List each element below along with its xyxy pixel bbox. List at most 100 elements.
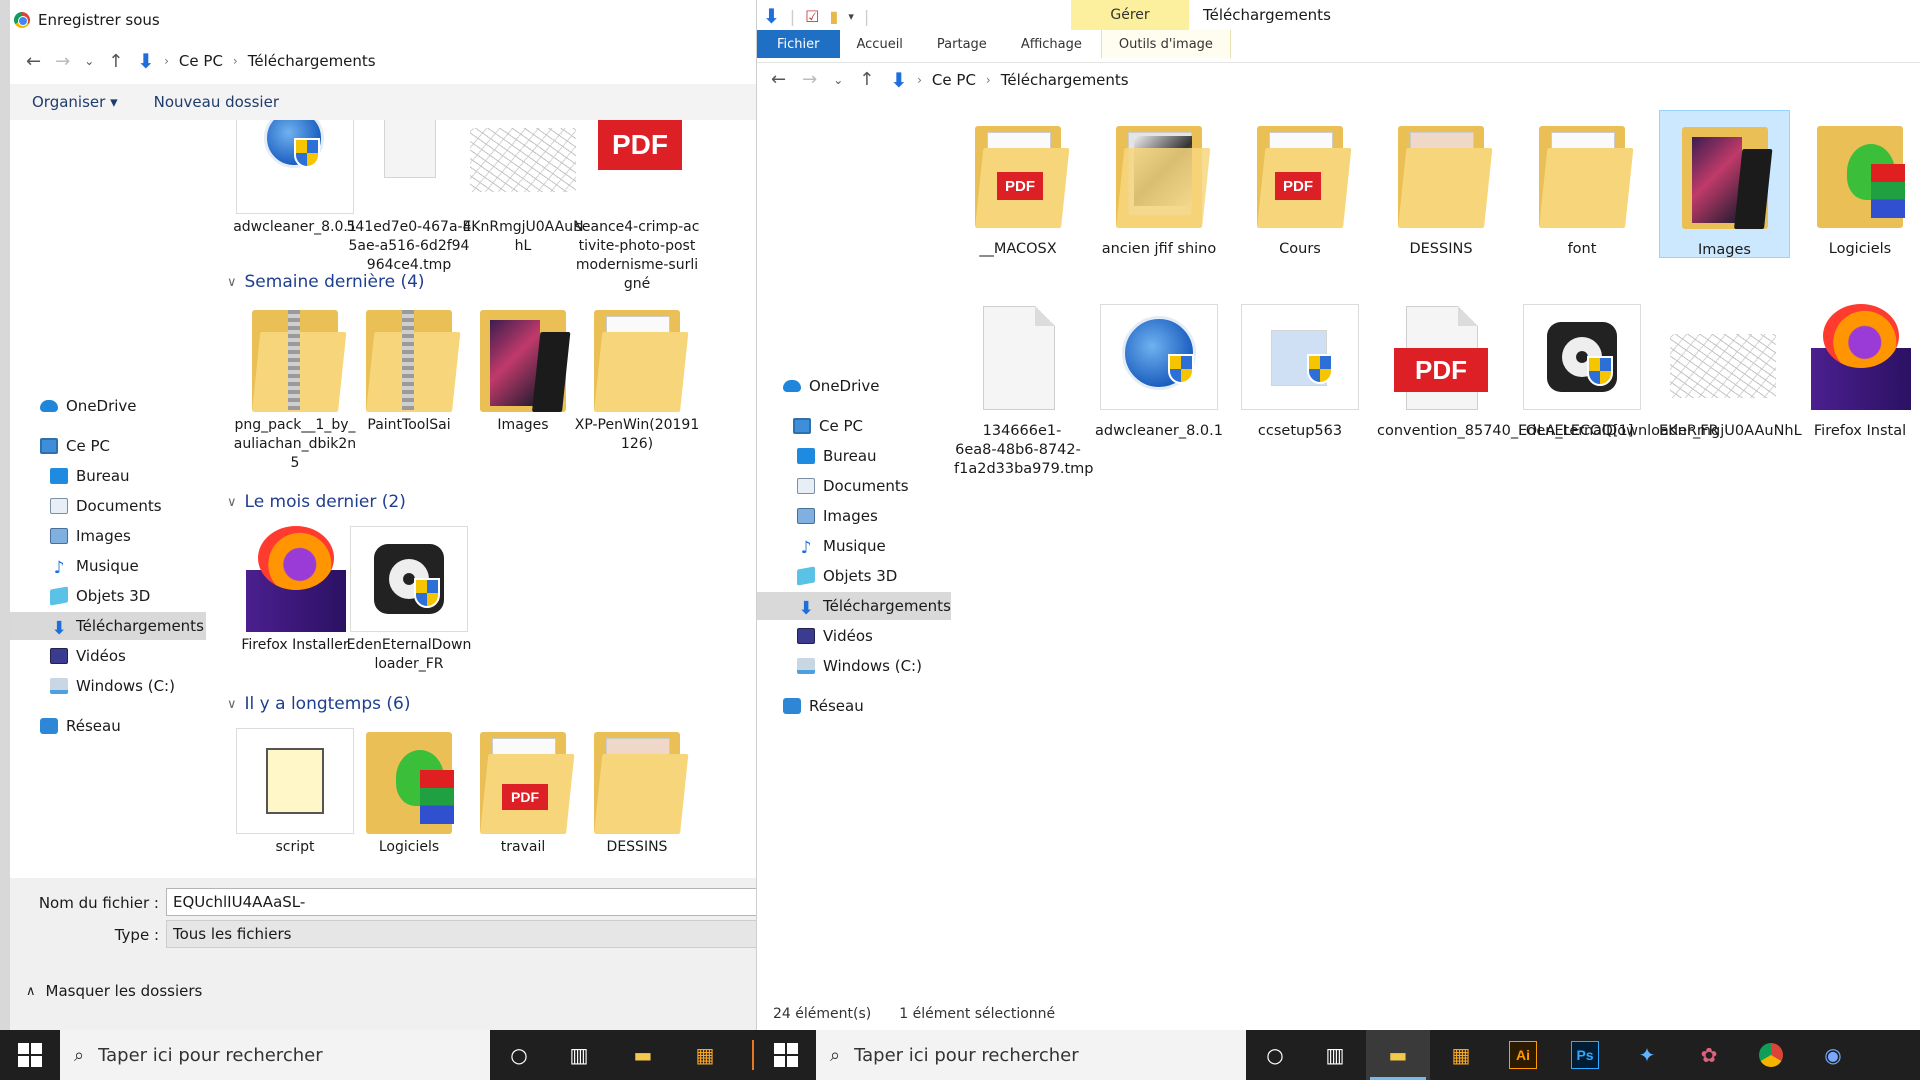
file-tile[interactable]: Firefox Instal <box>1800 292 1920 441</box>
hide-folders-button[interactable]: ∧ Masquer les dossiers <box>26 982 202 1000</box>
file-tile[interactable]: PDF convention_85740_LOLA_LECOQ[1] <box>1377 292 1633 441</box>
folder-tile[interactable]: Images <box>460 306 586 435</box>
nav-videos[interactable]: Vidéos <box>50 642 126 670</box>
properties-check-icon[interactable]: ☑ <box>805 7 819 26</box>
folder-tile[interactable]: PDF __MACOSX <box>954 110 1082 259</box>
file-tile[interactable]: EdenEternalDownloader_FR <box>1518 292 1719 441</box>
nav-ce-pc[interactable]: Ce PC <box>793 412 863 440</box>
filename-input[interactable]: EQUchlIU4AAaSL- <box>166 888 756 916</box>
nav-images[interactable]: Images <box>797 502 878 530</box>
new-folder-icon[interactable]: ▮ <box>830 7 839 26</box>
group-header-last-month[interactable]: ∨ Le mois dernier (2) <box>227 492 406 512</box>
cortana-icon[interactable]: ○ <box>1259 1039 1291 1071</box>
folder-tile[interactable]: XP-PenWin(20191126) <box>574 306 700 454</box>
cortana-icon[interactable]: ○ <box>503 1039 535 1071</box>
folder-tile[interactable]: font <box>1518 110 1646 259</box>
paint-app-icon[interactable]: ✿ <box>1693 1039 1725 1071</box>
nav-images[interactable]: Images <box>50 522 131 550</box>
file-tile[interactable]: png_pack__1_by_auliachan_dbik2n5 <box>232 306 358 473</box>
new-folder-button[interactable]: Nouveau dossier <box>154 93 279 111</box>
file-tile[interactable]: ccsetup563 <box>1236 292 1364 441</box>
file-tile[interactable]: EdenEternalDownloader_FR <box>346 526 472 674</box>
up-arrow-icon[interactable]: ↑ <box>859 69 874 90</box>
nav-onedrive[interactable]: OneDrive <box>783 372 880 400</box>
status-bar: 24 élément(s) 1 élément sélectionné <box>773 1006 1055 1022</box>
folder-tile-selected[interactable]: Images <box>1659 110 1790 258</box>
file-tile[interactable]: PDF seance4-crimp-activite-photo-postmod… <box>574 120 700 294</box>
tab-fichier[interactable]: Fichier <box>757 30 840 58</box>
organize-button[interactable]: Organiser ▾ <box>32 93 118 111</box>
file-tile[interactable]: adwcleaner_8.0.1 <box>1095 292 1223 441</box>
file-tile[interactable]: 134666e1-6ea8-48b6-8742-f1a2d33ba979.tmp <box>954 292 1094 479</box>
nav-reseau[interactable]: Réseau <box>40 712 121 740</box>
illustrator-icon[interactable]: Ai <box>1507 1039 1539 1071</box>
group-header-long-ago[interactable]: ∨ Il y a longtemps (6) <box>227 694 410 714</box>
file-tile[interactable]: PaintToolSai <box>346 306 472 435</box>
folder-tile[interactable]: DESSINS <box>1377 110 1505 259</box>
nav-telechargements[interactable]: ⬇ Téléchargements <box>757 592 951 620</box>
nav-windows-c[interactable]: Windows (C:) <box>797 652 922 680</box>
nav-musique[interactable]: ♪ Musique <box>797 532 886 560</box>
file-tile[interactable]: adwcleaner_8.0.1 <box>232 120 358 237</box>
photoshop-icon[interactable]: Ps <box>1569 1039 1601 1071</box>
recent-chevron-icon[interactable]: ⌄ <box>84 54 94 68</box>
tab-partage[interactable]: Partage <box>920 30 1004 58</box>
folder-tile[interactable]: Logiciels <box>1800 110 1920 259</box>
nav-bureau[interactable]: Bureau <box>797 442 877 470</box>
nav-documents[interactable]: Documents <box>797 472 909 500</box>
forward-arrow-icon[interactable]: → <box>802 69 817 90</box>
nav-bureau[interactable]: Bureau <box>50 462 130 490</box>
task-view-icon[interactable]: ▥ <box>563 1039 595 1071</box>
discord-icon[interactable]: ◉ <box>1817 1039 1849 1071</box>
nav-documents[interactable]: Documents <box>50 492 162 520</box>
type-select[interactable]: Tous les fichiers <box>166 920 756 948</box>
nav-windows-c[interactable]: Windows (C:) <box>50 672 175 700</box>
nav-objets-3d[interactable]: Objets 3D <box>50 582 150 610</box>
store-icon[interactable]: ▦ <box>689 1039 721 1071</box>
file-tile[interactable]: EKnRmgjU0AAuNhL <box>460 120 586 256</box>
windows-start-icon[interactable] <box>18 1043 42 1067</box>
file-tile[interactable]: 541ed7e0-467a-45ae-a516-6d2f94964ce4.tmp <box>346 120 472 275</box>
folder-tile[interactable]: PDF Cours <box>1236 110 1364 259</box>
recent-chevron-icon[interactable]: ⌄ <box>833 73 843 87</box>
breadcrumb-downloads[interactable]: Téléchargements <box>1001 71 1129 89</box>
breadcrumb-downloads[interactable]: Téléchargements <box>248 52 376 70</box>
breadcrumb-ce-pc[interactable]: Ce PC <box>932 71 976 89</box>
up-arrow-icon[interactable]: ↑ <box>108 51 123 72</box>
forward-arrow-icon[interactable]: → <box>55 51 70 72</box>
file-tile[interactable]: script <box>232 728 358 857</box>
tab-accueil[interactable]: Accueil <box>840 30 920 58</box>
file-tile[interactable]: EKnRmgjU0AAuNhL <box>1659 292 1802 441</box>
tab-outils-image[interactable]: Outils d'image <box>1100 30 1231 58</box>
chrome-icon[interactable] <box>1755 1039 1787 1071</box>
nav-ce-pc[interactable]: Ce PC <box>40 432 110 460</box>
folder-tile[interactable]: ancien jfif shino <box>1095 110 1223 259</box>
nav-onedrive[interactable]: OneDrive <box>40 392 137 420</box>
nav-videos[interactable]: Vidéos <box>797 622 873 650</box>
file-explorer-icon[interactable]: ▬ <box>627 1039 659 1071</box>
taskbar-search-box[interactable]: ⌕ Taper ici pour rechercher <box>816 1030 1246 1080</box>
back-arrow-icon[interactable]: ← <box>771 69 786 90</box>
folder-tile[interactable]: DESSINS <box>574 728 700 857</box>
task-view-icon[interactable]: ▥ <box>1319 1039 1351 1071</box>
file-explorer-active-button[interactable]: ▬ <box>1366 1030 1430 1080</box>
store-icon[interactable]: ▦ <box>1445 1039 1477 1071</box>
save-as-dialog: Enregistrer sous ← → ⌄ ↑ ⬇ › Ce PC › Tél… <box>0 0 757 1030</box>
windows-start-icon[interactable] <box>774 1043 798 1067</box>
nav-musique[interactable]: ♪ Musique <box>50 552 139 580</box>
tab-affichage[interactable]: Affichage <box>1004 30 1099 58</box>
nav-objets-3d[interactable]: Objets 3D <box>797 562 897 590</box>
group-header-last-week[interactable]: ∨ Semaine dernière (4) <box>227 272 425 292</box>
context-tab-manage[interactable]: Gérer <box>1071 0 1189 30</box>
nav-telechargements[interactable]: ⬇ Téléchargements <box>10 612 206 640</box>
file-tile[interactable]: Firefox Installer <box>232 526 358 655</box>
customize-chevron-icon[interactable]: ▾ <box>848 10 854 23</box>
nav-reseau[interactable]: Réseau <box>783 692 864 720</box>
back-arrow-icon[interactable]: ← <box>26 51 41 72</box>
taskbar-search-box[interactable]: ⌕ Taper ici pour rechercher <box>60 1030 490 1080</box>
folder-tile[interactable]: Logiciels <box>346 728 472 857</box>
breadcrumb-ce-pc[interactable]: Ce PC <box>179 52 223 70</box>
folder-tile[interactable]: PDF travail <box>460 728 586 857</box>
search-icon: ⌕ <box>830 1044 841 1066</box>
tablet-driver-icon[interactable]: ✦ <box>1631 1039 1663 1071</box>
